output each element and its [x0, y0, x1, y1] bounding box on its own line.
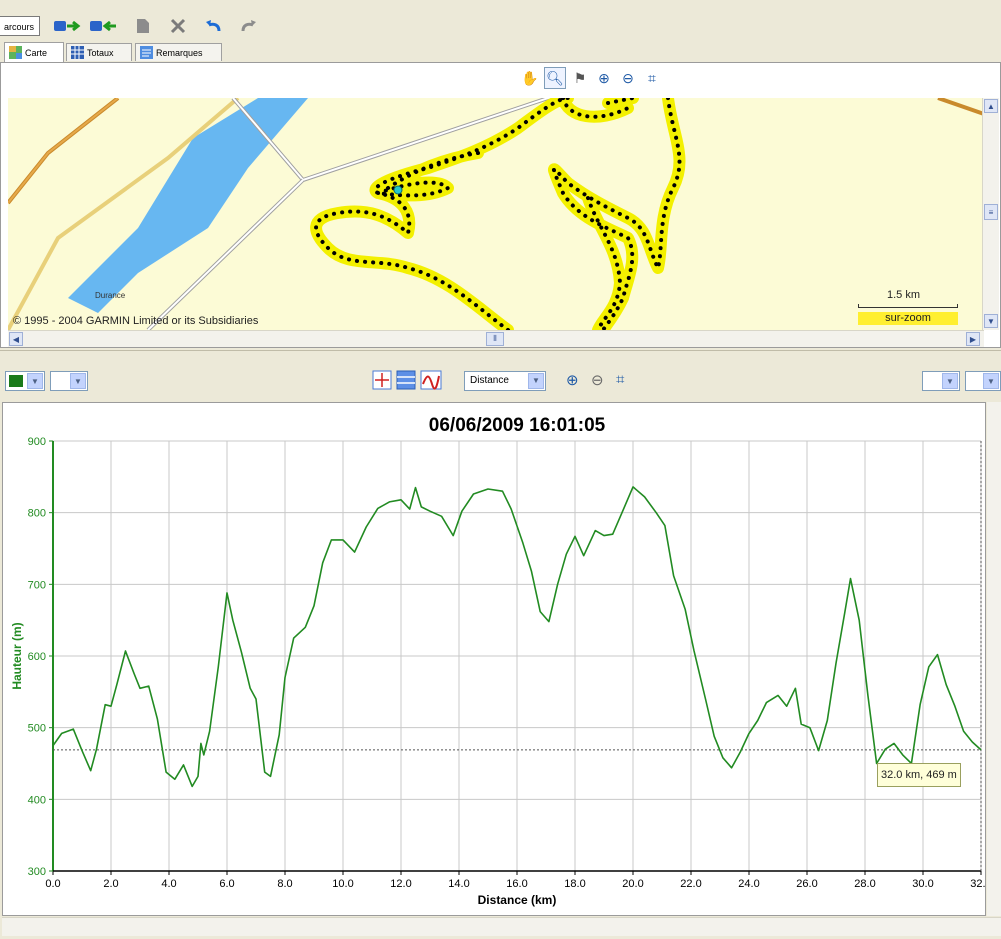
x-tick-label: 18.0: [564, 878, 585, 890]
x-tick-label: 20.0: [622, 878, 643, 890]
x-axis-select[interactable]: Distance ▼: [464, 371, 546, 391]
x-tick-label: 32.0: [970, 878, 985, 890]
x-tick-label: 22.0: [680, 878, 701, 890]
tab-totaux[interactable]: Totaux: [66, 43, 132, 61]
chart-horizontal-scrollbar[interactable]: [2, 917, 1001, 936]
cursor-tooltip: 32.0 km, 469 m: [877, 763, 961, 787]
elevation-chart: 0.0 2.0 4.0 6.0 8.0 10.0 12.0 14.0 16.0 18.0 20.0 2…: [10, 415, 992, 907]
tab-strip: Carte Totaux Remarques: [0, 40, 1001, 62]
zoom-in-icon[interactable]: ⊕: [594, 68, 614, 88]
scale-bar: [858, 304, 958, 308]
map-vertical-scrollbar[interactable]: ▲ ≡ ▼: [982, 98, 999, 330]
panel-splitter[interactable]: [0, 350, 1001, 359]
x-tick-label: 26.0: [796, 878, 817, 890]
color-select[interactable]: ▼: [5, 371, 45, 391]
chevron-down-icon: ▼: [70, 373, 86, 389]
parcours-button[interactable]: arcours: [0, 16, 40, 36]
magnifier-icon[interactable]: 🔍︎: [544, 67, 566, 89]
right-select-1[interactable]: ▼: [922, 371, 960, 391]
tab-carte[interactable]: Carte: [4, 42, 64, 62]
chart-title: 06/06/2009 16:01:05: [429, 415, 606, 436]
x-tick-label: 12.0: [390, 878, 411, 890]
scroll-left-icon[interactable]: ◀: [9, 332, 23, 346]
x-tick-label: 28.0: [854, 878, 875, 890]
route-export-icon[interactable]: [52, 16, 82, 36]
x-axis-select-value: Distance: [470, 375, 509, 386]
x-tick-label: 14.0: [448, 878, 469, 890]
tab-totaux-label: Totaux: [87, 47, 114, 58]
chart-vertical-scrollbar[interactable]: [987, 402, 1001, 916]
y-tick-label: 900: [28, 436, 46, 448]
zoom-out-icon[interactable]: ⊖: [618, 68, 638, 88]
zoom-out-icon[interactable]: ⊖: [591, 371, 604, 389]
main-toolbar: arcours: [0, 12, 1001, 41]
chevron-down-icon: ▼: [528, 373, 544, 389]
flag-icon[interactable]: ⚑: [570, 68, 590, 88]
x-tick-label: 24.0: [738, 878, 759, 890]
map-icon: [9, 46, 22, 59]
y-tick-label: 600: [28, 651, 46, 663]
color-swatch: [9, 375, 23, 387]
crosshair-icon[interactable]: [372, 370, 392, 390]
hscroll-thumb[interactable]: ⦀: [486, 332, 504, 346]
x-tick-label: 6.0: [219, 878, 234, 890]
x-tick-label: 8.0: [277, 878, 292, 890]
chevron-down-icon: ▼: [983, 373, 999, 389]
x-tick-label: 2.0: [103, 878, 118, 890]
x-tick-label: 0.0: [45, 878, 60, 890]
map-horizontal-scrollbar[interactable]: ◀ ⦀ ▶: [8, 330, 984, 347]
tab-remarques-label: Remarques: [156, 47, 203, 58]
tab-remarques[interactable]: Remarques: [135, 43, 222, 61]
curve-icon[interactable]: [420, 370, 442, 390]
river-label: Durance: [95, 291, 126, 300]
x-tick-label: 16.0: [506, 878, 527, 890]
y-tick-label: 700: [28, 579, 46, 591]
x-tick-label: 10.0: [332, 878, 353, 890]
scroll-up-icon[interactable]: ▲: [984, 99, 998, 113]
scroll-right-icon[interactable]: ▶: [966, 332, 980, 346]
sur-zoom-badge: sur-zoom: [858, 312, 958, 325]
chevron-down-icon: ▼: [942, 373, 958, 389]
map-canvas[interactable]: [8, 98, 984, 330]
elevation-profile-panel[interactable]: 0.0 2.0 4.0 6.0 8.0 10.0 12.0 14.0 16.0 18.0 20.0 2…: [2, 402, 992, 916]
fit-icon[interactable]: ⌗: [616, 371, 624, 388]
tab-carte-label: Carte: [25, 47, 48, 58]
y-tick-label: 400: [28, 794, 46, 806]
map-copyright: © 1995 - 2004 GARMIN Limited or its Subs…: [13, 315, 259, 327]
right-select-2[interactable]: ▼: [965, 371, 1001, 391]
gps-track: [310, 98, 686, 330]
document-icon[interactable]: [133, 16, 153, 36]
x-tick-label: 4.0: [161, 878, 176, 890]
y-tick-label: 500: [28, 723, 46, 735]
fit-icon[interactable]: ⌗: [642, 68, 662, 88]
position-marker: [393, 185, 403, 195]
zoom-in-icon[interactable]: ⊕: [566, 371, 579, 389]
y-tick-label: 300: [28, 866, 46, 878]
scale-label: 1.5 km: [887, 289, 921, 301]
y-tick-label: 800: [28, 508, 46, 520]
y-axis-label: Hauteur (m): [10, 622, 24, 689]
chevron-down-icon: ▼: [27, 373, 43, 389]
undo-icon[interactable]: [202, 16, 224, 36]
line-style-select[interactable]: ▼: [50, 371, 88, 391]
map-tools: ✋ 🔍︎ ⚑ ⊕ ⊖ ⌗: [520, 66, 662, 90]
scroll-down-icon[interactable]: ▼: [984, 314, 998, 328]
route-import-icon[interactable]: [88, 16, 118, 36]
table-icon: [71, 46, 84, 59]
x-tick-label: 30.0: [912, 878, 933, 890]
bands-icon[interactable]: [396, 370, 416, 390]
notes-icon: [140, 46, 153, 59]
scroll-thumb[interactable]: ≡: [984, 204, 998, 220]
delete-icon[interactable]: [168, 16, 188, 36]
hand-icon[interactable]: ✋: [520, 68, 540, 88]
x-axis-label: Distance (km): [478, 893, 557, 907]
redo-icon[interactable]: [238, 16, 260, 36]
